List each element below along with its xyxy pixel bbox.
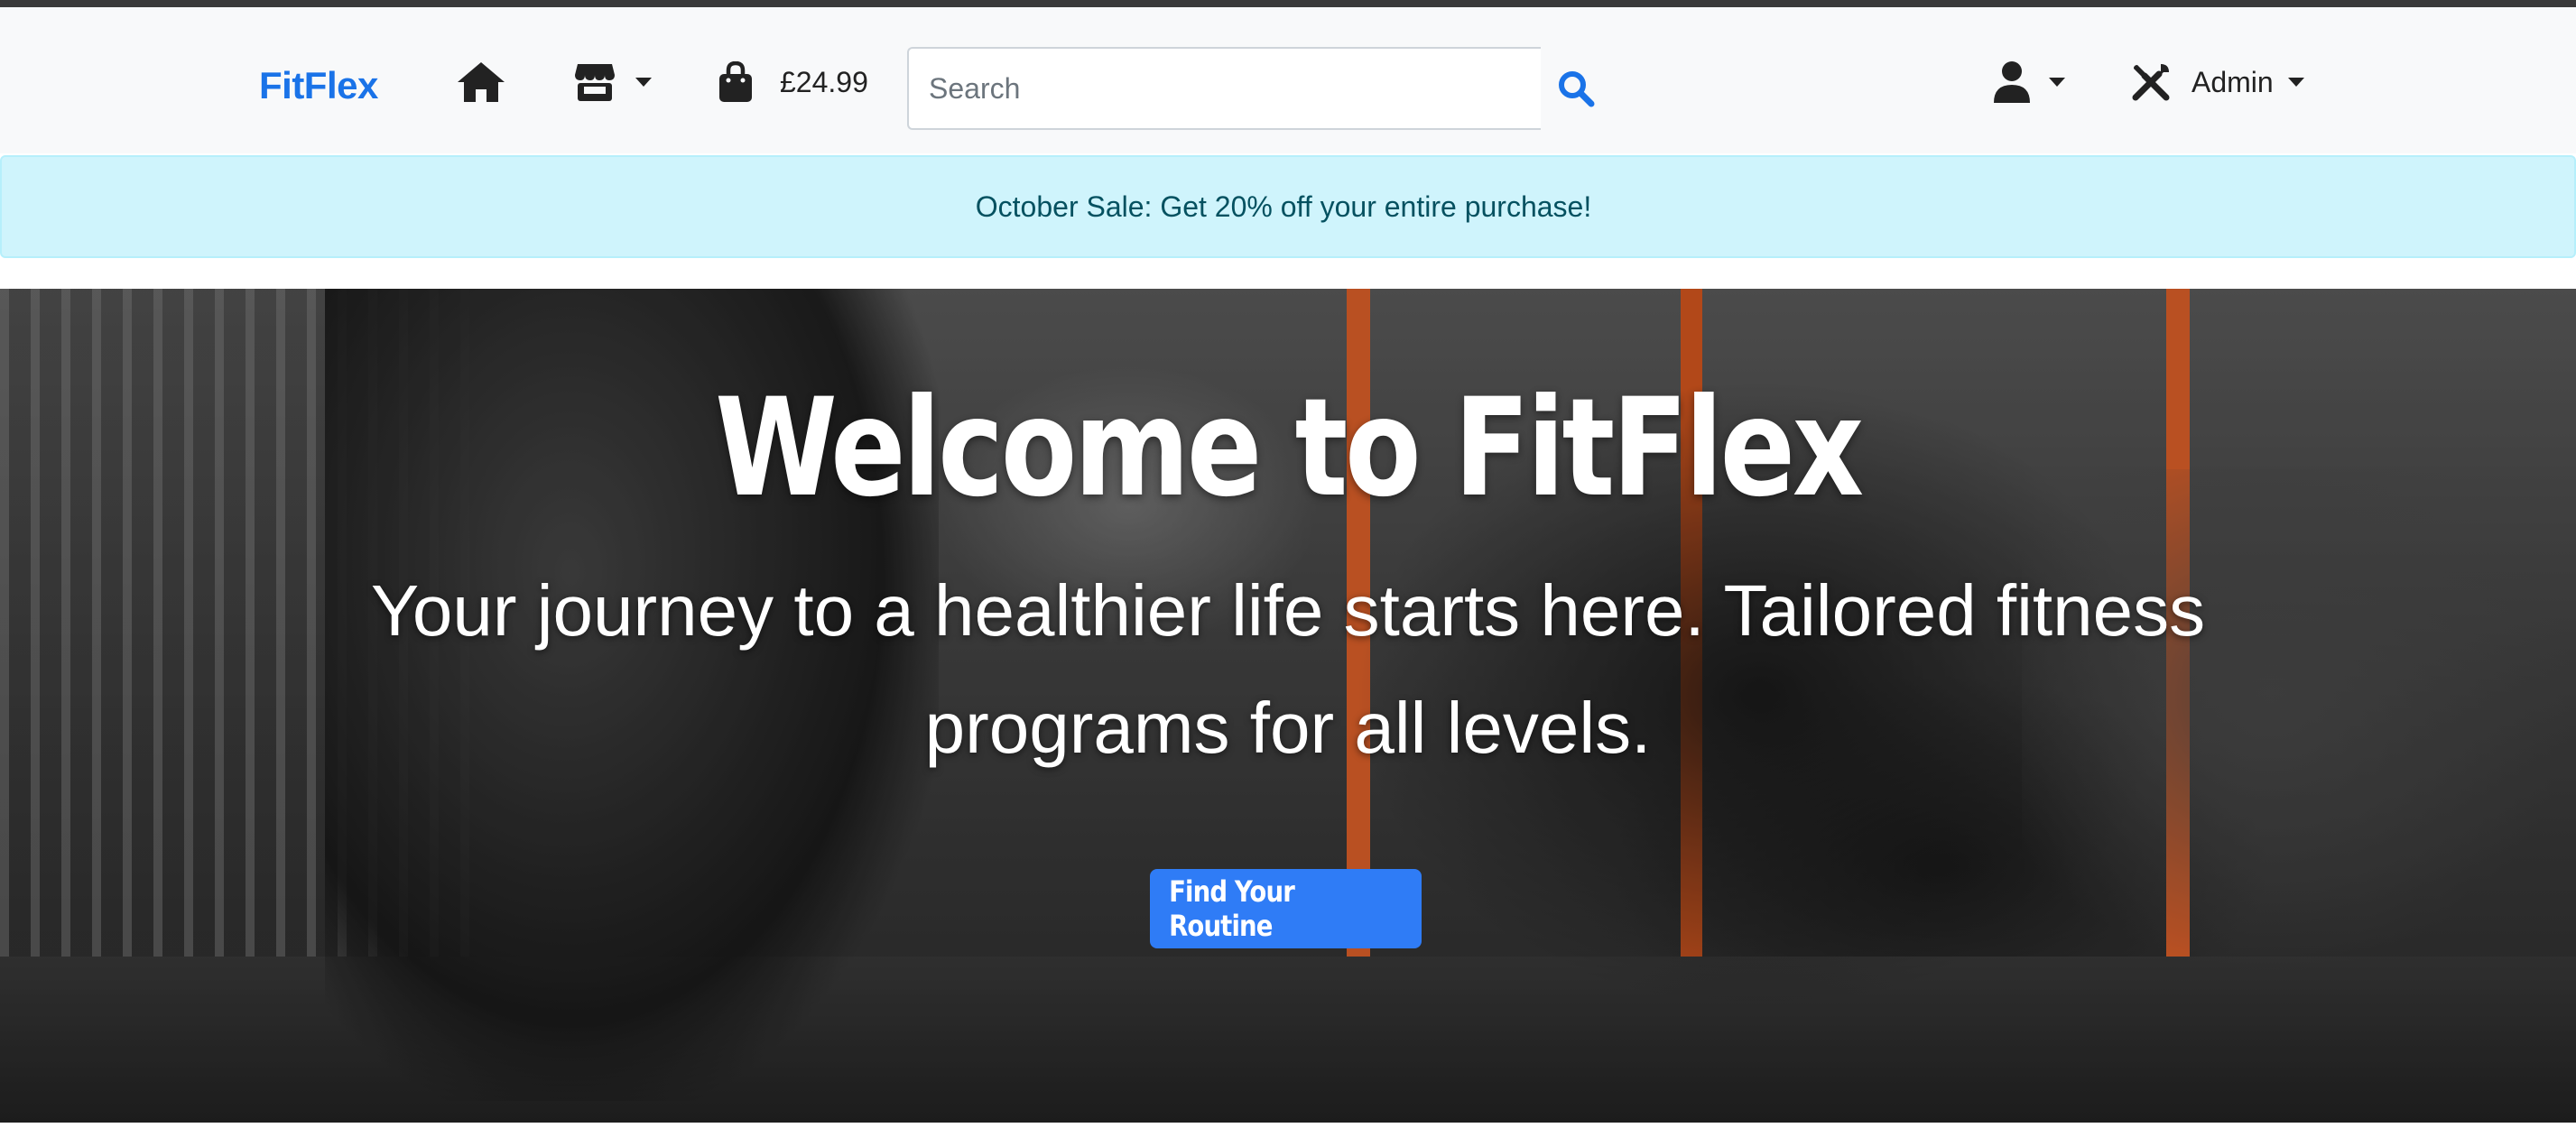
sale-alert-text: October Sale: Get 20% off your entire pu… [975,190,1592,223]
find-routine-button-label: Find Your Routine [1169,874,1295,943]
cart-total: £24.99 [780,65,868,98]
page-bottom-strip [0,1123,2576,1137]
shopping-bag-icon [719,61,752,102]
admin-label: Admin [2191,65,2274,98]
brand-logo-link[interactable]: FitFlex [259,60,378,112]
cart-link[interactable]: £24.99 [718,56,868,108]
chevron-down-icon [2049,78,2065,87]
store-dropdown[interactable] [574,56,652,108]
window-top-border [0,0,2576,7]
account-dropdown[interactable] [1993,56,2065,108]
search-button[interactable] [1541,47,1611,130]
hero-title: Welcome to FitFlex [715,370,1864,527]
home-icon [458,62,505,102]
user-icon [1994,61,2030,103]
search-input[interactable] [907,47,1541,130]
home-link[interactable] [456,56,506,108]
hero-section: Welcome to FitFlex Your journey to a hea… [0,289,2576,1123]
admin-dropdown[interactable]: Admin [2130,56,2304,108]
chevron-down-icon [2287,78,2304,87]
chevron-down-icon [635,78,652,87]
find-routine-button[interactable]: Find Your Routine [1150,869,1422,948]
search-icon [1559,71,1595,107]
sale-alert-banner: October Sale: Get 20% off your entire pu… [0,155,2576,258]
navbar: FitFlex £24.99 Search Admin [0,7,2576,153]
tools-icon [2132,64,2170,101]
hero-subtitle: Your journey to a healthier life starts … [370,570,2206,768]
store-icon [575,64,615,101]
